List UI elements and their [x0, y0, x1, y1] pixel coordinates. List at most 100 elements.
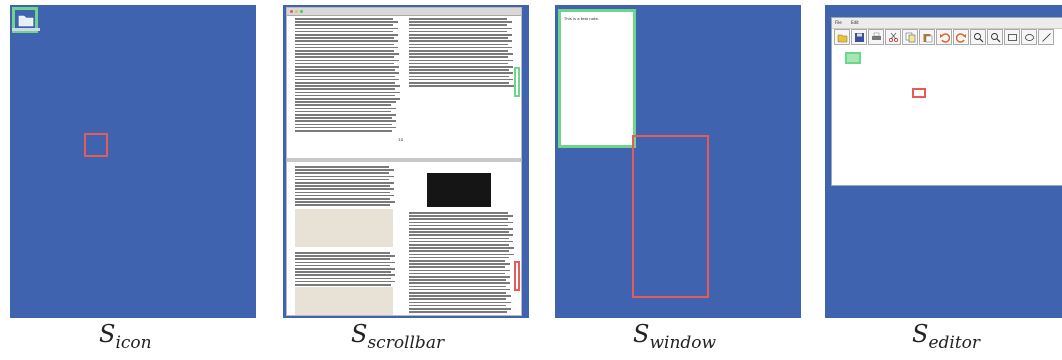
text-line: [409, 78, 514, 81]
text-line: [295, 101, 396, 103]
paste-icon[interactable]: [919, 29, 935, 45]
text-line: [295, 166, 389, 168]
text-line: [295, 56, 395, 58]
cut-icon[interactable]: [885, 29, 901, 45]
text-line: [295, 114, 396, 116]
text-line: [409, 228, 513, 230]
text-line: [409, 285, 506, 288]
text-line: [409, 240, 514, 243]
text-line: [409, 253, 514, 256]
page-separator: [287, 158, 521, 162]
cursor-region: [912, 88, 926, 98]
text-line: [409, 282, 511, 284]
text-line: [409, 21, 512, 23]
copy-icon[interactable]: [902, 29, 918, 45]
text-line: [295, 34, 398, 36]
text-line: [409, 301, 511, 304]
document-window: 14: [286, 7, 522, 316]
editor-window: File Edit: [831, 17, 1062, 186]
text-line: [409, 62, 509, 65]
text-line: [295, 130, 392, 132]
text-line: [295, 43, 394, 46]
text-line: [409, 18, 507, 20]
text-line: [295, 188, 395, 190]
text-line: [409, 218, 509, 220]
text-line: [295, 69, 395, 71]
text-line: [295, 110, 392, 113]
text-line: [295, 261, 395, 264]
zoom-in-icon[interactable]: [970, 29, 986, 45]
target-highlight: [558, 9, 636, 148]
text-line: [295, 59, 399, 62]
text-line: [295, 252, 390, 254]
text-line: [295, 18, 393, 20]
folder-icon[interactable]: [18, 13, 34, 27]
text-line: [409, 288, 511, 291]
toolbar: [834, 29, 1054, 47]
text-line: [409, 231, 509, 233]
ellipse-icon[interactable]: [1021, 29, 1037, 45]
target-highlight: [845, 52, 861, 64]
figure-image-dark: [427, 173, 491, 207]
text-line: [295, 24, 394, 26]
text-line: [409, 75, 509, 78]
text-line: [409, 37, 508, 39]
menu-edit[interactable]: Edit: [851, 20, 859, 25]
text-line: [409, 50, 508, 52]
desktop-panel-window: This is a test note.: [555, 5, 801, 318]
text-line: [295, 191, 390, 194]
desktop-panel-editor: File Edit: [825, 5, 1062, 318]
text-line: [409, 40, 513, 42]
text-line: [409, 72, 514, 74]
text-line: [295, 182, 394, 184]
text-line: [409, 66, 513, 68]
text-line: [295, 169, 394, 171]
text-line: [295, 72, 400, 74]
desktop-panel-icon: [10, 5, 256, 318]
close-icon[interactable]: [290, 10, 293, 13]
label-editor: Seditor: [912, 320, 981, 353]
text-line: [409, 53, 513, 55]
text-line: [295, 172, 390, 174]
text-line: [295, 204, 391, 206]
save-icon[interactable]: [851, 29, 867, 45]
scrollbar-thumb-target[interactable]: [514, 67, 520, 97]
print-icon[interactable]: [868, 29, 884, 45]
text-line: [295, 75, 395, 78]
undo-icon[interactable]: [936, 29, 952, 45]
text-line: [409, 24, 508, 26]
open-icon[interactable]: [834, 29, 850, 45]
text-line: [409, 212, 508, 214]
maximize-icon[interactable]: [300, 10, 303, 13]
text-line: [409, 56, 509, 58]
text-line: [295, 194, 395, 197]
text-line: [295, 27, 398, 30]
text-line: [409, 215, 513, 217]
zoom-out-icon[interactable]: [987, 29, 1003, 45]
text-line: [295, 50, 394, 52]
text-line: [295, 46, 399, 49]
menu-file[interactable]: File: [835, 20, 842, 25]
text-line: [409, 221, 513, 224]
redo-icon[interactable]: [953, 29, 969, 45]
text-line: [409, 272, 506, 275]
text-line: [409, 247, 514, 249]
text-line: [295, 178, 390, 181]
text-line: [409, 308, 511, 310]
minimize-icon[interactable]: [295, 10, 298, 13]
text-line: [409, 295, 511, 297]
text-line: [295, 30, 394, 33]
text-line: [295, 268, 395, 270]
text-line: [409, 279, 506, 281]
rectangle-icon[interactable]: [1004, 29, 1020, 45]
text-line: [295, 91, 400, 94]
text-line: [409, 30, 508, 33]
cursor-region: [84, 133, 108, 157]
text-line: [295, 94, 396, 97]
icon-label: [12, 28, 40, 31]
text-line: [295, 82, 395, 84]
text-line: [409, 250, 510, 252]
line-icon[interactable]: [1038, 29, 1054, 45]
title-bar: [287, 8, 521, 16]
text-line: [295, 277, 391, 280]
